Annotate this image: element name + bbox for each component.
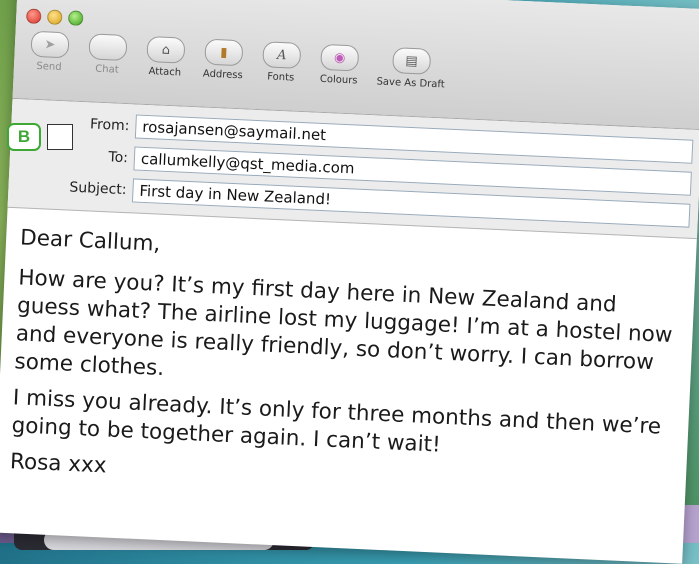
chat-label: Chat [95,63,119,76]
fonts-label: Fonts [267,71,295,84]
address-button[interactable]: ▮ Address [196,38,252,81]
chat-button[interactable]: Chat [80,33,136,76]
paperclip-icon: ⌂ [146,35,186,64]
send-icon: ➤ [30,30,70,59]
paragraph-1: How are you? It’s my first day here in N… [14,265,673,381]
draft-icon: ▤ [392,47,432,75]
send-label: Send [36,60,62,74]
chat-icon [88,33,128,62]
colours-label: Colours [319,73,358,87]
exercise-letter: B [7,123,41,151]
exercise-badge: B [7,123,73,151]
window-controls [25,8,84,26]
attach-button[interactable]: ⌂ Attach [138,35,194,79]
fonts-icon: A [262,41,302,69]
colours-button[interactable]: ◉ Colours [311,43,367,87]
address-book-icon: ▮ [204,38,244,67]
minimize-button[interactable] [46,9,63,26]
subject-label: Subject: [69,179,127,199]
message-body[interactable]: Dear Callum, How are you? It’s my first … [0,208,697,507]
save-as-draft-label: Save As Draft [376,76,445,91]
save-as-draft-button[interactable]: ▤ Save As Draft [369,46,453,91]
zoom-button[interactable] [67,10,84,26]
attach-label: Attach [148,66,182,79]
send-button[interactable]: ➤ Send [22,30,78,73]
close-button[interactable] [25,8,42,25]
email-compose-window: ➤ Send Chat ⌂ Attach ▮ Address A Fonts ◉ [0,0,699,564]
colour-wheel-icon: ◉ [320,43,360,72]
fonts-button[interactable]: A Fonts [254,41,310,84]
answer-checkbox[interactable] [47,124,73,150]
toolbar: ➤ Send Chat ⌂ Attach ▮ Address A Fonts ◉ [22,30,453,90]
address-label: Address [202,68,243,82]
